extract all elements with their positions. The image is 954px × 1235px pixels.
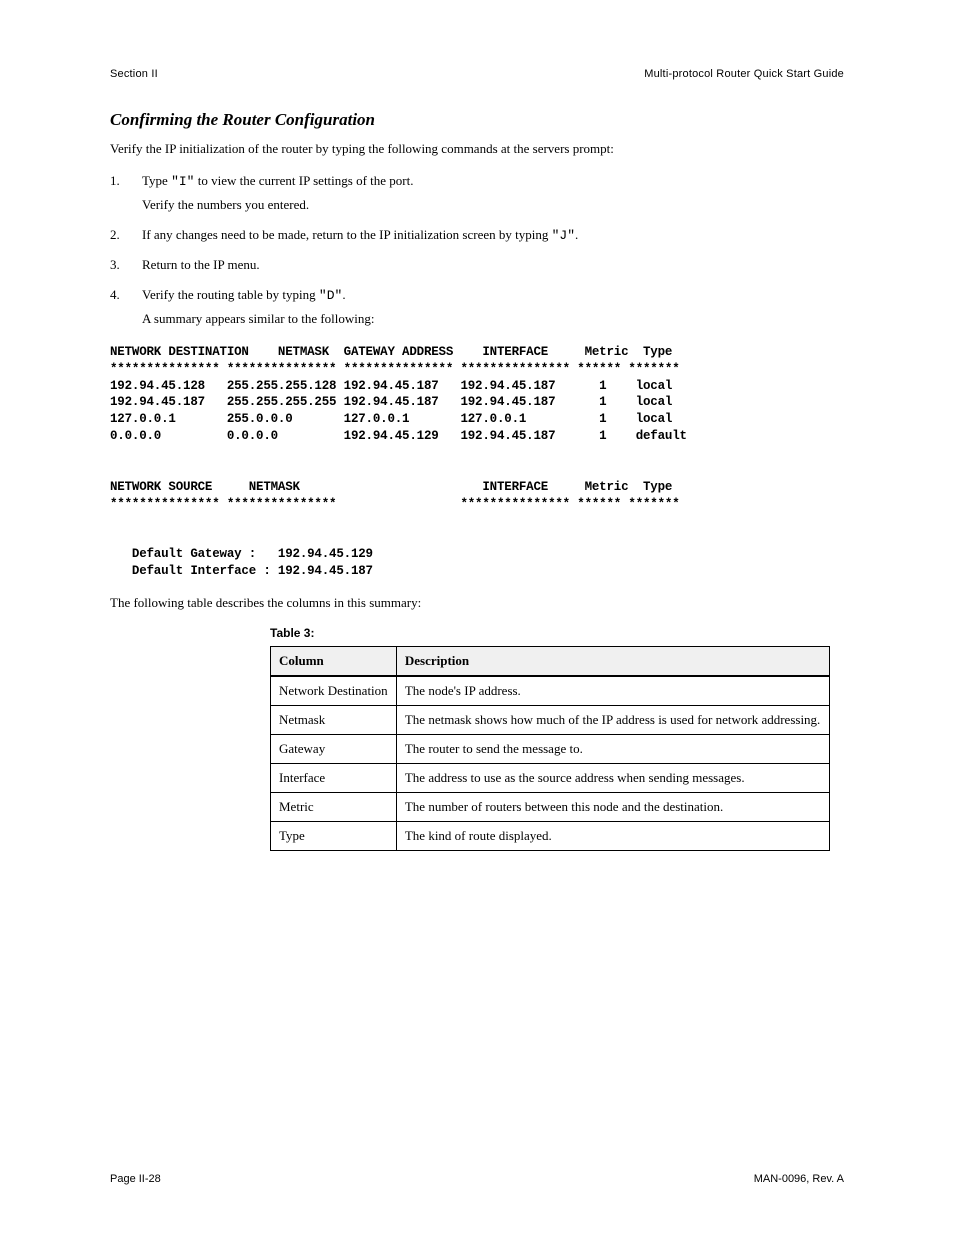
step-line: Type "I" to view the current IP settings… [142, 172, 844, 191]
table-cell-description: The router to send the message to. [396, 734, 829, 763]
step-1: 1.Type "I" to view the current IP settin… [110, 172, 844, 220]
key-literal: "D" [319, 288, 342, 303]
step-number: 4. [110, 286, 142, 334]
step-line: Verify the numbers you entered. [142, 196, 844, 214]
step-number: 1. [110, 172, 142, 220]
table-header-column: Column [271, 646, 397, 676]
step-body: Verify the routing table by typing "D". A… [142, 286, 844, 334]
step-number: 3. [110, 256, 142, 280]
step-body: If any changes need to be made, return t… [142, 226, 844, 251]
step-line: If any changes need to be made, return t… [142, 226, 844, 245]
table-row: InterfaceThe address to use as the sourc… [271, 763, 830, 792]
step-2: 2.If any changes need to be made, return… [110, 226, 844, 251]
table-cell-description: The node's IP address. [396, 676, 829, 706]
terminal-routing-table: NETWORK DESTINATION NETMASK GATEWAY ADDR… [110, 344, 844, 580]
step-line: A summary appears similar to the followi… [142, 310, 844, 328]
table-cell-description: The kind of route displayed. [396, 821, 829, 850]
table-row: MetricThe number of routers between this… [271, 792, 830, 821]
post-text: The following table describes the column… [110, 594, 844, 612]
footer-right: MAN-0096, Rev. A [754, 1173, 844, 1185]
step-body: Return to the IP menu. [142, 256, 844, 280]
table-cell-column: Type [271, 821, 397, 850]
table-cell-description: The number of routers between this node … [396, 792, 829, 821]
footer-left: Page II-28 [110, 1173, 161, 1185]
step-number: 2. [110, 226, 142, 251]
step-line: Verify the routing table by typing "D". [142, 286, 844, 305]
table-header-description: Description [396, 646, 829, 676]
table-row: NetmaskThe netmask shows how much of the… [271, 705, 830, 734]
table-cell-column: Gateway [271, 734, 397, 763]
key-literal: "I" [171, 174, 194, 189]
page-header: Section II Multi-protocol Router Quick S… [110, 68, 844, 80]
key-literal: "J" [552, 228, 575, 243]
section-title: Confirming the Router Configuration [110, 110, 844, 130]
header-right: Multi-protocol Router Quick Start Guide [644, 68, 844, 80]
column-description-table: Table 3: Column Description Network Dest… [270, 626, 830, 851]
table-cell-column: Interface [271, 763, 397, 792]
table-row: TypeThe kind of route displayed. [271, 821, 830, 850]
header-left: Section II [110, 68, 158, 80]
table-cell-description: The netmask shows how much of the IP add… [396, 705, 829, 734]
section-intro: Verify the IP initialization of the rout… [110, 140, 844, 158]
page-footer: Page II-28 MAN-0096, Rev. A [110, 1173, 844, 1185]
table-cell-column: Metric [271, 792, 397, 821]
table-row: GatewayThe router to send the message to… [271, 734, 830, 763]
step-body: Type "I" to view the current IP settings… [142, 172, 844, 220]
step-line: Return to the IP menu. [142, 256, 844, 274]
table-row: Network DestinationThe node's IP address… [271, 676, 830, 706]
step-4: 4.Verify the routing table by typing "D"… [110, 286, 844, 334]
table-caption: Table 3: [270, 626, 830, 640]
table-cell-column: Network Destination [271, 676, 397, 706]
table-cell-description: The address to use as the source address… [396, 763, 829, 792]
step-3: 3.Return to the IP menu. [110, 256, 844, 280]
table-cell-column: Netmask [271, 705, 397, 734]
